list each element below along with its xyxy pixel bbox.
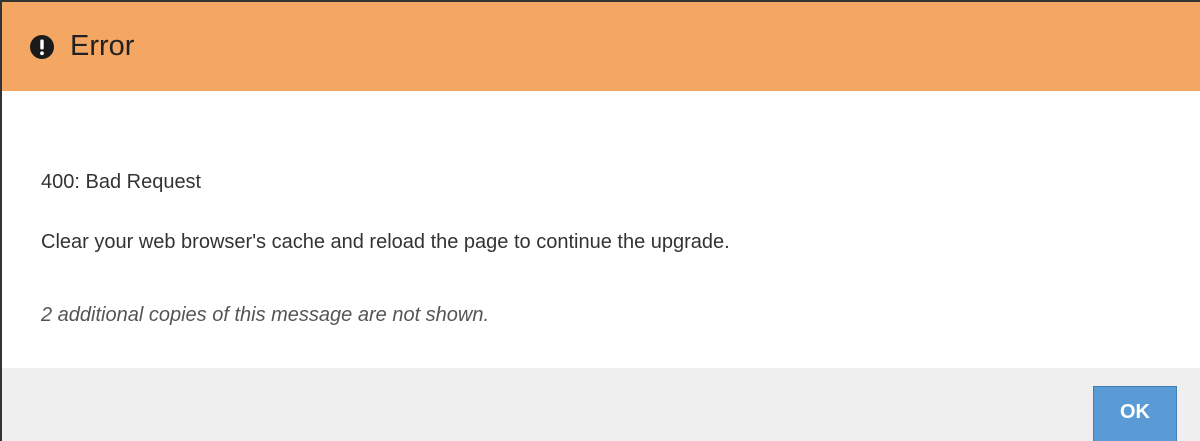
dialog-footer: OK [2, 368, 1200, 441]
additional-copies-note: 2 additional copies of this message are … [41, 304, 490, 326]
error-code-text: 400: Bad Request [41, 171, 202, 193]
ok-button[interactable]: OK [1093, 386, 1177, 441]
dialog-body: 400: Bad Request Clear your web browser'… [2, 91, 1200, 368]
error-dialog: Error 400: Bad Request Clear your web br… [0, 0, 1200, 441]
exclamation-circle-icon [30, 34, 54, 59]
dialog-header: Error [2, 2, 1200, 91]
error-message-text: Clear your web browser's cache and reloa… [41, 231, 730, 253]
dialog-title: Error [70, 30, 135, 62]
